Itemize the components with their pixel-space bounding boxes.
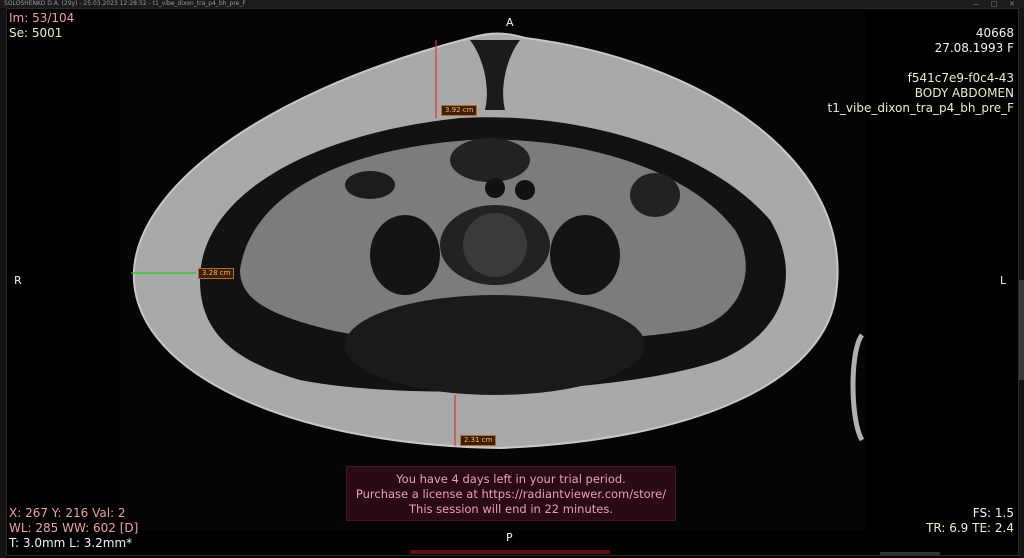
patient-id: 40668 — [975, 26, 1014, 40]
orientation-bottom: P — [506, 531, 513, 544]
trial-line-3: This session will end in 22 minutes. — [409, 502, 613, 516]
measurement-label-1[interactable]: 3.92 cm — [441, 105, 478, 116]
body-part: BODY ABDOMEN — [914, 86, 1014, 100]
orientation-left: R — [14, 274, 22, 287]
series-number: Se: 5001 — [9, 26, 63, 40]
measurement-label-2[interactable]: 3.28 cm — [198, 268, 235, 279]
image-index: Im: 53/104 — [9, 11, 75, 25]
tr-te: TR: 6.9 TE: 2.4 — [926, 521, 1014, 535]
measurement-label-3[interactable]: 2.31 cm — [460, 435, 497, 446]
slice-thickness: T: 3.0mm L: 3.2mm* — [9, 536, 133, 550]
series-description: t1_vibe_dixon_tra_p4_bh_pre_F — [827, 101, 1014, 115]
trial-line-1: You have 4 days left in your trial perio… — [396, 472, 626, 486]
trial-line-2: Purchase a license at https://radiantvie… — [355, 487, 667, 501]
bottom-indicator — [410, 550, 610, 554]
field-strength: FS: 1.5 — [972, 506, 1014, 520]
cursor-readout: X: 267 Y: 216 Val: 2 — [9, 506, 126, 520]
orientation-right: L — [1000, 274, 1007, 287]
orientation-top: A — [506, 16, 514, 29]
bottom-indicator-2 — [880, 552, 940, 555]
trial-banner: You have 4 days left in your trial perio… — [346, 466, 676, 521]
birth-date: 27.08.1993 F — [934, 41, 1014, 55]
study-uid: f541c7e9-f0c4-43 — [907, 71, 1014, 85]
window-level: WL: 285 WW: 602 [D] — [9, 521, 139, 535]
